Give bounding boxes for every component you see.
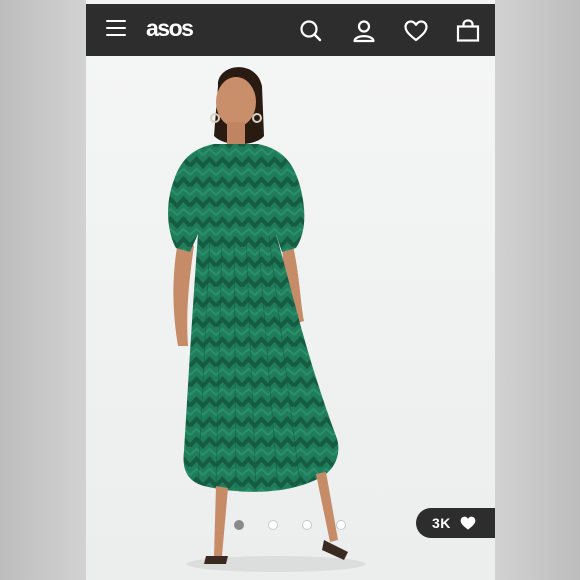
- right-backdrop: [495, 0, 580, 580]
- likes-count: 3K: [432, 515, 451, 531]
- account-icon[interactable]: [351, 18, 377, 44]
- top-navigation-bar: asos: [86, 4, 495, 56]
- app-screen: asos 3K: [86, 0, 495, 580]
- left-backdrop: [0, 0, 86, 580]
- wishlist-heart-icon[interactable]: [403, 18, 429, 44]
- product-image[interactable]: [86, 56, 495, 580]
- carousel-dot-1[interactable]: [234, 520, 244, 530]
- heart-icon: [460, 516, 476, 530]
- menu-icon[interactable]: [106, 20, 126, 38]
- carousel-dot-2[interactable]: [268, 520, 278, 530]
- carousel-dot-3[interactable]: [302, 520, 312, 530]
- shopping-bag-icon[interactable]: [455, 18, 481, 44]
- search-icon[interactable]: [298, 18, 324, 44]
- asos-logo[interactable]: asos: [146, 15, 194, 42]
- likes-badge[interactable]: 3K: [416, 508, 495, 538]
- carousel-dot-4[interactable]: [336, 520, 346, 530]
